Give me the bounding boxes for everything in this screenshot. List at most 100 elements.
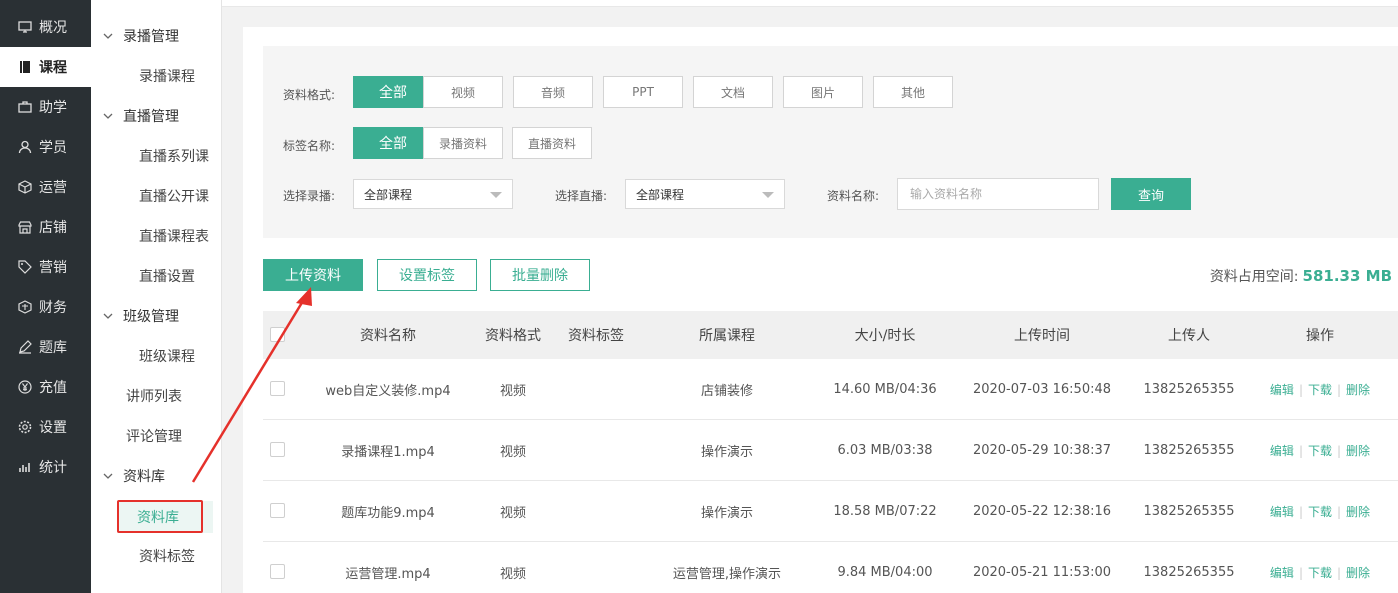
- cell-tag: [556, 359, 636, 420]
- ops-separator: |: [1298, 443, 1303, 458]
- chevron-down-icon: [103, 313, 113, 319]
- chevron-down-icon: [103, 473, 113, 479]
- cell-name: web自定义装修.mp4: [325, 384, 451, 399]
- user-icon: [18, 140, 32, 154]
- name-label: 资料名称:: [827, 189, 880, 203]
- chevron-down-icon: [762, 192, 774, 198]
- cell-uploader: 13825265355: [1143, 504, 1235, 519]
- store-icon: [18, 220, 32, 234]
- select-all-checkbox[interactable]: [270, 327, 285, 342]
- row-checkbox[interactable]: [270, 503, 285, 518]
- cell-size: 18.58 MB/07:22: [833, 504, 937, 519]
- query-button[interactable]: 查询: [1111, 178, 1191, 210]
- recorded-course-select[interactable]: 全部课程: [353, 179, 513, 209]
- tag-all-button[interactable]: 全部: [353, 127, 433, 159]
- submenu-item-live-public[interactable]: 直播公开课: [139, 176, 209, 216]
- cell-time: 2020-05-22 12:38:16: [972, 504, 1112, 519]
- rail-item-marketing[interactable]: 营销: [0, 247, 91, 287]
- edit-link[interactable]: 编辑: [1270, 442, 1294, 459]
- cell-ops: 编辑 | 下载 | 删除: [1260, 542, 1380, 593]
- rail-label: 店铺: [39, 220, 67, 236]
- download-link[interactable]: 下载: [1308, 442, 1332, 459]
- row-checkbox[interactable]: [270, 442, 285, 457]
- cell-tag: [556, 420, 636, 481]
- rail-item-finance[interactable]: 财务: [0, 287, 91, 327]
- cell-ops: 编辑 | 下载 | 删除: [1260, 481, 1380, 542]
- submenu-group-recorded[interactable]: 录播管理: [103, 16, 179, 56]
- rail-label: 营销: [39, 260, 67, 276]
- rail-item-course[interactable]: 课程: [0, 47, 91, 87]
- rail-item-settings[interactable]: 设置: [0, 407, 91, 447]
- col-ops: 操作: [1306, 328, 1334, 344]
- ops-separator: |: [1298, 382, 1303, 397]
- upload-button[interactable]: 上传资料: [263, 259, 363, 291]
- submenu-group-class[interactable]: 班级管理: [103, 296, 179, 336]
- cell-size: 9.84 MB/04:00: [837, 565, 933, 580]
- submenu-item-live-schedule[interactable]: 直播课程表: [139, 216, 209, 256]
- col-name: 资料名称: [360, 328, 416, 344]
- rail-item-statistics[interactable]: 统计: [0, 447, 91, 487]
- batch-delete-button[interactable]: 批量删除: [490, 259, 590, 291]
- submenu-item-class-course[interactable]: 班级课程: [139, 336, 195, 376]
- row-checkbox[interactable]: [270, 564, 285, 579]
- cell-uploader: 13825265355: [1143, 443, 1235, 458]
- rail-label: 财务: [39, 300, 67, 316]
- cell-course: 操作演示: [700, 506, 753, 521]
- tag-live-button[interactable]: 直播资料: [512, 127, 592, 159]
- format-all-button[interactable]: 全部: [353, 76, 433, 108]
- cell-course: 操作演示: [700, 445, 753, 460]
- format-image-button[interactable]: 图片: [783, 76, 863, 108]
- format-ppt-button[interactable]: PPT: [603, 76, 683, 108]
- submenu-item-comments[interactable]: 评论管理: [126, 416, 182, 456]
- set-tag-button[interactable]: 设置标签: [377, 259, 477, 291]
- ops-separator: |: [1298, 504, 1303, 519]
- download-link[interactable]: 下载: [1308, 564, 1332, 581]
- delete-link[interactable]: 删除: [1346, 442, 1370, 459]
- edit-link[interactable]: 编辑: [1270, 503, 1294, 520]
- wallet-icon: [18, 300, 32, 314]
- edit-link[interactable]: 编辑: [1270, 564, 1294, 581]
- submenu-item-library-tags[interactable]: 资料标签: [139, 536, 195, 576]
- format-audio-button[interactable]: 音频: [513, 76, 593, 108]
- row-checkbox[interactable]: [270, 381, 285, 396]
- submenu-item-live-series[interactable]: 直播系列课: [139, 136, 209, 176]
- table-row: 题库功能9.mp4 视频 操作演示 18.58 MB/07:22 2020-05…: [263, 481, 1398, 542]
- rail-label: 题库: [39, 340, 67, 356]
- rail-label: 概况: [39, 20, 67, 36]
- briefcase-icon: [18, 100, 32, 114]
- delete-link[interactable]: 删除: [1346, 503, 1370, 520]
- cube-icon: [18, 180, 32, 194]
- chevron-down-icon: [103, 33, 113, 39]
- book-icon: [18, 60, 32, 74]
- rail-item-assist[interactable]: 助学: [0, 87, 91, 127]
- rail-label: 学员: [39, 140, 67, 156]
- chevron-down-icon: [103, 113, 113, 119]
- download-link[interactable]: 下载: [1308, 381, 1332, 398]
- download-link[interactable]: 下载: [1308, 503, 1332, 520]
- format-other-button[interactable]: 其他: [873, 76, 953, 108]
- rail-item-operations[interactable]: 运营: [0, 167, 91, 207]
- format-video-button[interactable]: 视频: [423, 76, 503, 108]
- rail-item-recharge[interactable]: 充值: [0, 367, 91, 407]
- submenu-group-live[interactable]: 直播管理: [103, 96, 179, 136]
- delete-link[interactable]: 删除: [1346, 564, 1370, 581]
- delete-link[interactable]: 删除: [1346, 381, 1370, 398]
- cell-ops: 编辑 | 下载 | 删除: [1260, 420, 1380, 481]
- rail-item-question-bank[interactable]: 题库: [0, 327, 91, 367]
- rail-item-students[interactable]: 学员: [0, 127, 91, 167]
- col-uploader: 上传人: [1168, 328, 1210, 344]
- name-search-input[interactable]: [897, 178, 1099, 210]
- submenu-item-teachers[interactable]: 讲师列表: [126, 376, 182, 416]
- rail-item-overview[interactable]: 概况: [0, 7, 91, 47]
- edit-link[interactable]: 编辑: [1270, 381, 1294, 398]
- ops-separator: |: [1337, 443, 1342, 458]
- tag-recorded-button[interactable]: 录播资料: [423, 127, 503, 159]
- cell-time: 2020-07-03 16:50:48: [972, 382, 1112, 397]
- rail-item-store[interactable]: 店铺: [0, 207, 91, 247]
- cell-tag: [556, 542, 636, 593]
- submenu-item-recorded-course[interactable]: 录播课程: [139, 56, 195, 96]
- submenu-item-live-settings[interactable]: 直播设置: [139, 256, 195, 296]
- live-course-select[interactable]: 全部课程: [625, 179, 785, 209]
- format-doc-button[interactable]: 文档: [693, 76, 773, 108]
- submenu-group-library[interactable]: 资料库: [103, 456, 165, 496]
